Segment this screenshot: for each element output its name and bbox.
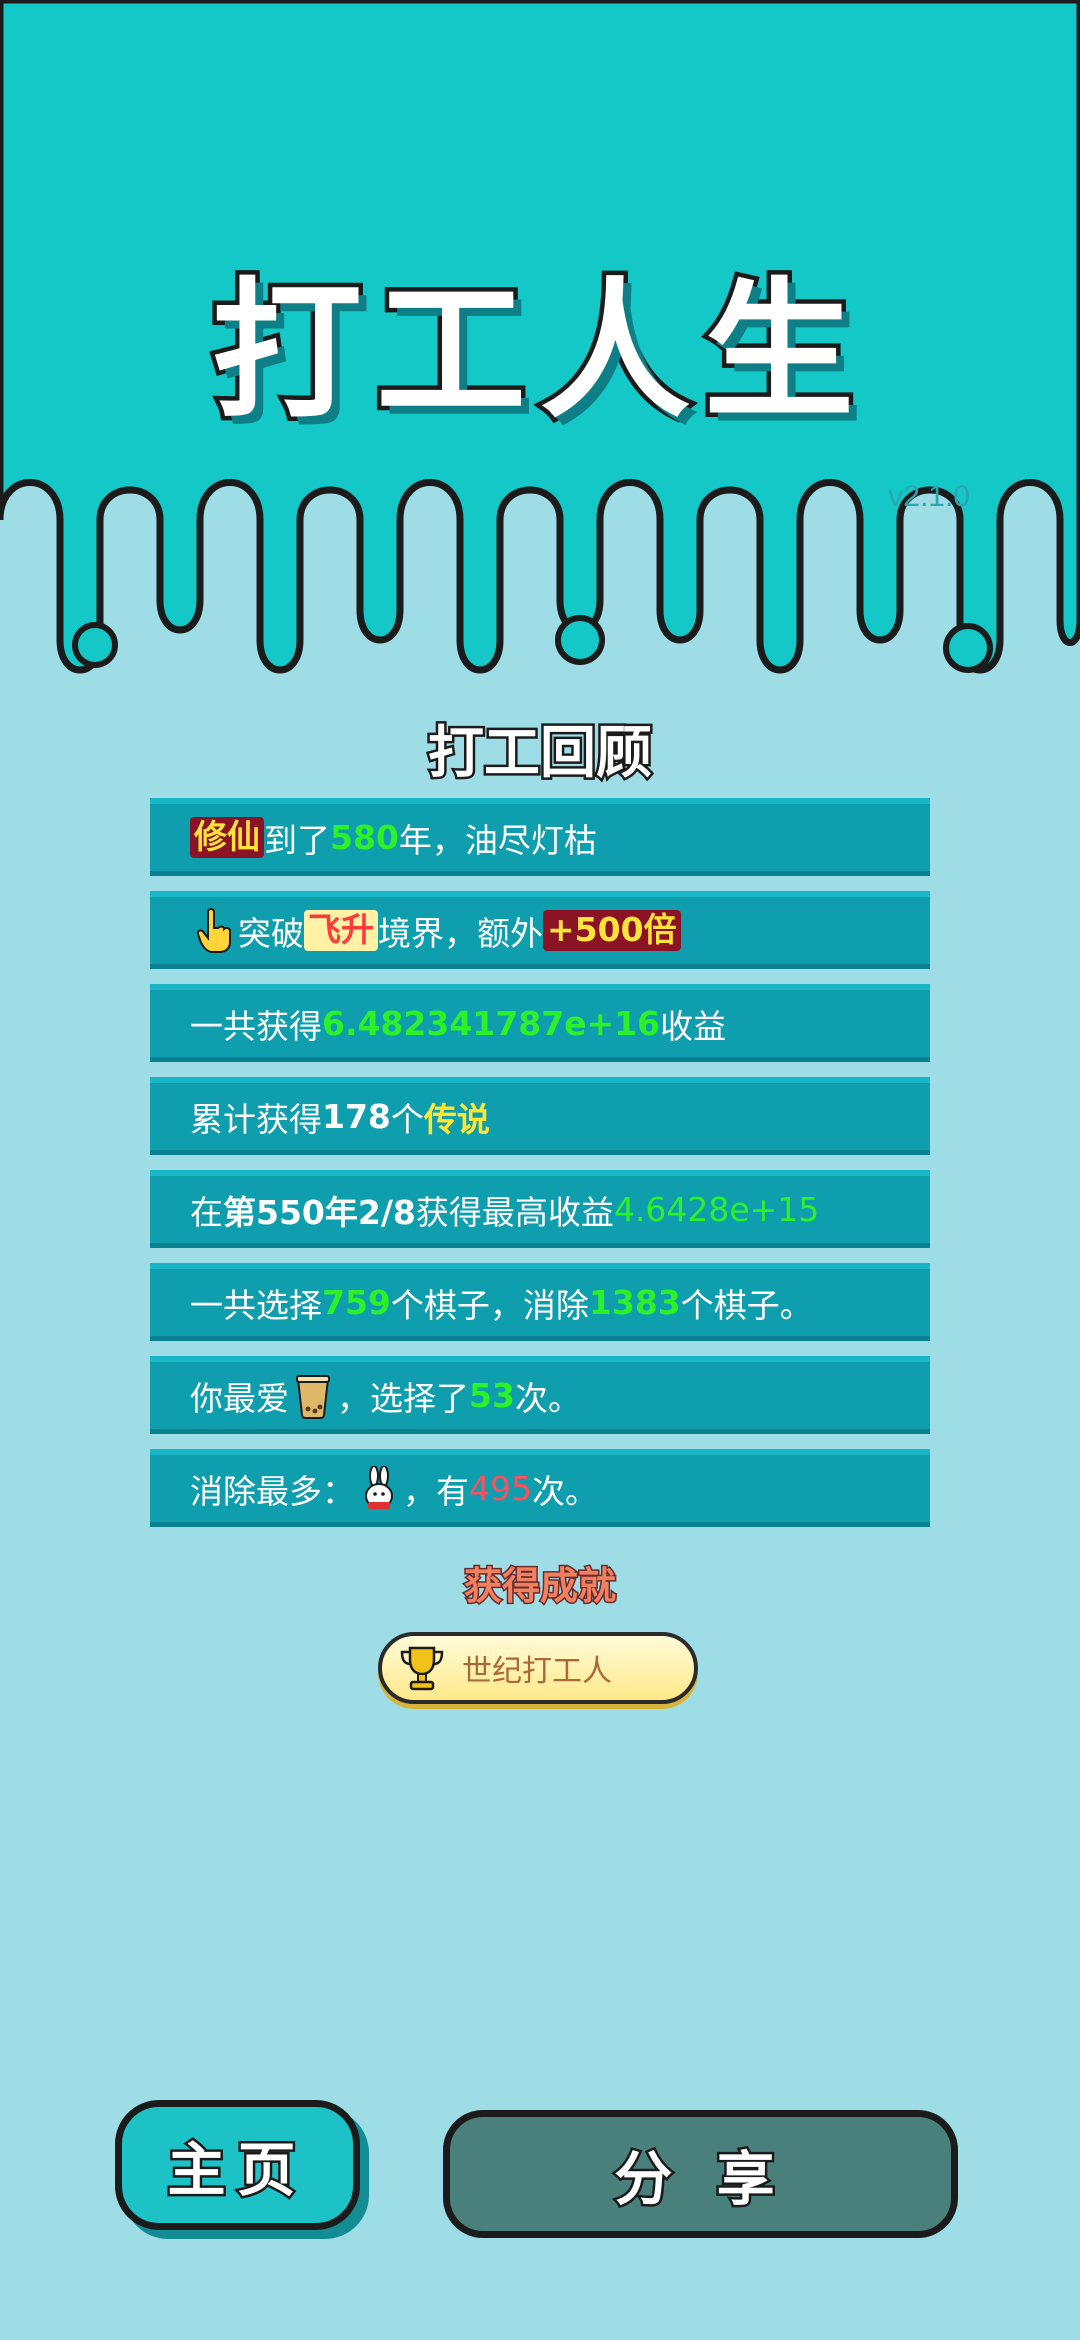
trophy-icon	[400, 1646, 444, 1691]
stat-text: 消除最多：	[190, 1471, 355, 1511]
pieces-selected-value: 759	[322, 1283, 391, 1322]
stat-text: 个	[390, 1099, 424, 1139]
total-income-value: 6.482341787e+16	[322, 1004, 661, 1043]
stat-text: 一共获得	[190, 1006, 322, 1046]
stat-row-total-income: 一共获得 6.482341787e+16 收益	[150, 984, 930, 1062]
stat-row-best-income: 在 第550年2/8 获得最高收益 4.6428e+15	[150, 1170, 930, 1248]
stat-text: 突破	[238, 913, 304, 953]
multiplier-value: +500倍	[543, 910, 681, 951]
stat-row-legends: 累计获得 178 个 传说	[150, 1077, 930, 1155]
share-button-label: 分 享	[612, 2143, 787, 2216]
rabbit-icon	[365, 1465, 393, 1509]
stat-text: 次。	[532, 1471, 598, 1511]
achievements-title: 获得成就	[462, 1563, 617, 1610]
most-cleared-count-value: 495	[469, 1469, 532, 1508]
home-button[interactable]: 主页	[115, 2100, 360, 2230]
stat-text: 在	[190, 1192, 223, 1232]
game-title: 打工人生	[207, 261, 868, 444]
stat-text: ，选择了	[337, 1378, 469, 1418]
stat-text: 到了	[264, 820, 330, 860]
achievement-badge[interactable]: 世纪打工人	[378, 1632, 698, 1704]
achievement-label: 世纪打工人	[462, 1654, 612, 1689]
stat-row-breakthrough: 突破 飞升 境界，额外 +500倍	[150, 891, 930, 969]
stat-text: 你最爱	[190, 1378, 289, 1418]
review-stats-list: 修仙 到了 580 年，油尽灯枯 突破 飞升 境界，额外 +500倍 一共获得 …	[150, 798, 930, 1542]
legend-label: 传说	[423, 1099, 490, 1139]
cultivation-tag: 修仙	[190, 817, 264, 858]
stat-text: ，有	[403, 1471, 469, 1511]
stat-text: 累计获得	[190, 1099, 322, 1139]
stat-text: 个棋子，消除	[390, 1285, 589, 1325]
bubble-tea-icon	[296, 1374, 330, 1419]
stat-text: 获得最高收益	[415, 1192, 614, 1232]
best-income-time: 第550年2/8	[223, 1192, 416, 1232]
stat-text: 次。	[514, 1378, 581, 1418]
stat-text: 年，油尽灯枯	[398, 820, 597, 860]
version-label: v2.1.0	[888, 480, 970, 513]
pieces-cleared-value: 1383	[588, 1283, 681, 1322]
favorite-count-value: 53	[469, 1376, 515, 1415]
stat-text: 一共选择	[190, 1285, 322, 1325]
best-income-value: 4.6428e+15	[613, 1190, 820, 1229]
years-value: 580	[330, 818, 399, 857]
stat-row-pieces: 一共选择 759 个棋子，消除 1383 个棋子。	[150, 1263, 930, 1341]
ascension-tag: 飞升	[304, 910, 378, 951]
hand-pointer-icon	[196, 907, 231, 953]
home-button-label: 主页	[165, 2134, 308, 2207]
review-title: 打工回顾	[426, 719, 655, 789]
stat-row-cultivation: 修仙 到了 580 年，油尽灯枯	[150, 798, 930, 876]
stat-text: 个棋子。	[680, 1285, 813, 1325]
stat-text: 收益	[660, 1006, 727, 1046]
legend-count-value: 178	[322, 1097, 391, 1136]
stat-text: 境界，额外	[378, 913, 543, 953]
stat-row-most-cleared: 消除最多： ，有 495 次。	[150, 1449, 930, 1527]
share-button[interactable]: 分 享	[443, 2110, 958, 2238]
stat-row-favorite: 你最爱 ，选择了 53 次。	[150, 1356, 930, 1434]
